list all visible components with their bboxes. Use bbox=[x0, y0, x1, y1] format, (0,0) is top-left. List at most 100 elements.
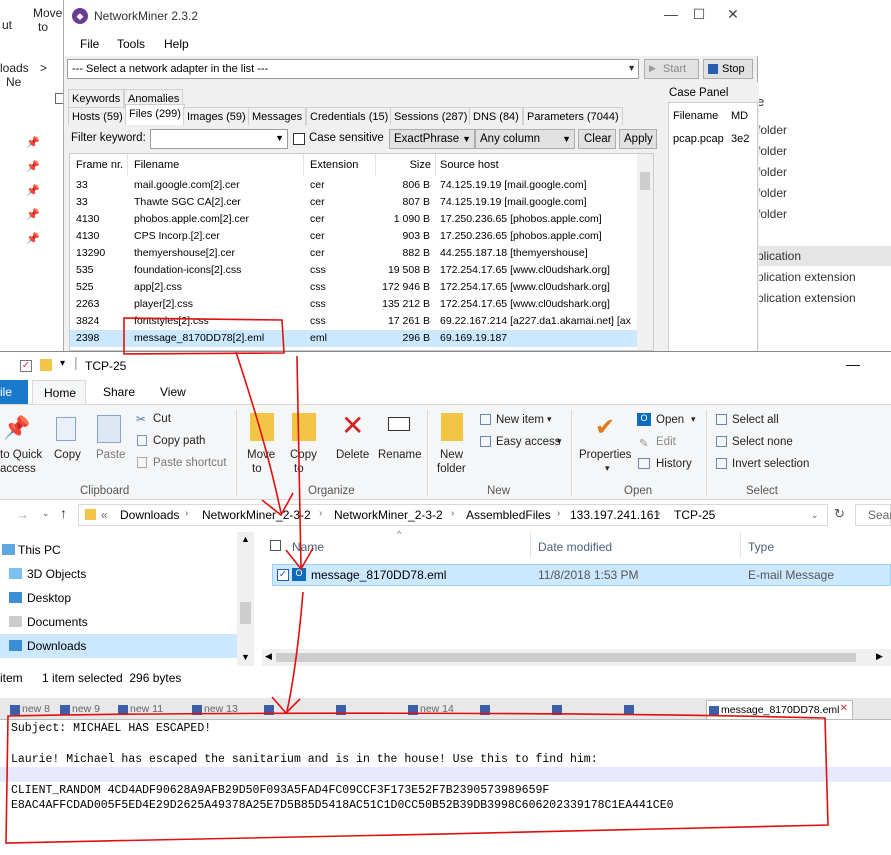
pin-icon[interactable]: 📌 bbox=[26, 136, 40, 149]
tab-keywords[interactable]: Keywords bbox=[68, 89, 125, 107]
menu-file[interactable]: File bbox=[80, 37, 99, 51]
open-button[interactable]: Open bbox=[656, 414, 684, 426]
column-header-extension[interactable]: Extension bbox=[304, 154, 376, 176]
table-row[interactable]: 13290 themyershouse[2].cer cer 882 B 44.255.… bbox=[70, 245, 638, 262]
move-to-label[interactable]: Move bbox=[33, 6, 62, 20]
easy-access-button[interactable]: Easy access bbox=[496, 436, 561, 448]
row-checkbox[interactable]: ✓ bbox=[277, 569, 289, 581]
filter-keyword-input[interactable]: ▼ bbox=[150, 129, 288, 149]
table-row[interactable]: 4130 phobos.apple.com[2].cer cer 1 090 B 17.… bbox=[70, 211, 638, 228]
column-header-frame[interactable]: Frame nr. bbox=[70, 154, 128, 176]
address-bar[interactable]: « Downloads › NetworkMiner_2-3-2 › Netwo… bbox=[78, 504, 828, 526]
editor-tab[interactable]: new 13 bbox=[190, 700, 260, 719]
copy-to-button[interactable]: Copy bbox=[290, 449, 317, 461]
pin-to-quick-access-label[interactable]: to Quick bbox=[0, 449, 42, 461]
case-column-filename[interactable]: Filename bbox=[673, 110, 718, 122]
nav-downloads[interactable]: Downloads bbox=[0, 634, 237, 658]
history-button[interactable]: History bbox=[656, 458, 692, 470]
new-folder-button[interactable]: New bbox=[440, 449, 463, 461]
new-folder-icon[interactable] bbox=[441, 413, 463, 441]
breadcrumb-networkminer[interactable]: NetworkMiner_2-3-2 bbox=[202, 508, 311, 522]
editor-tab[interactable]: new 8 bbox=[8, 700, 56, 719]
column-header-filename[interactable]: Filename bbox=[128, 154, 304, 176]
tab-dns[interactable]: DNS (84) bbox=[469, 107, 523, 125]
table-row[interactable]: 535 foundation-icons[2].css css 19 508 B 172… bbox=[70, 262, 638, 279]
horizontal-scrollbar[interactable]: ◀ ▶ bbox=[262, 649, 891, 666]
delete-icon[interactable]: ✕ bbox=[341, 409, 364, 442]
copy-button[interactable]: Copy bbox=[54, 449, 81, 461]
properties-quick-icon[interactable]: ✓ bbox=[20, 360, 32, 372]
tab-files[interactable]: Files (299) bbox=[125, 104, 185, 125]
close-icon[interactable]: ✕ bbox=[718, 6, 748, 26]
nav-this-pc[interactable]: This PC bbox=[0, 538, 237, 562]
scroll-down-icon[interactable]: ▼ bbox=[241, 652, 250, 662]
copy-icon[interactable] bbox=[56, 417, 76, 441]
scrollbar-thumb[interactable] bbox=[640, 172, 650, 190]
tab-images[interactable]: Images (59) bbox=[183, 107, 250, 125]
scroll-right-icon[interactable]: ▶ bbox=[876, 651, 883, 662]
rename-button[interactable]: Rename bbox=[378, 449, 421, 461]
vertical-scrollbar[interactable]: ▲ ▼ bbox=[237, 532, 254, 666]
back-arrow-icon[interactable]: → bbox=[16, 507, 29, 522]
menu-help[interactable]: Help bbox=[164, 37, 189, 51]
properties-icon[interactable]: ✔ bbox=[595, 413, 615, 442]
up-arrow-icon[interactable]: ↑ bbox=[60, 505, 67, 521]
pin-icon[interactable]: 📌 bbox=[26, 232, 40, 245]
breadcrumb-assembledfiles[interactable]: AssembledFiles bbox=[466, 508, 551, 522]
move-to-button[interactable]: Move bbox=[247, 449, 275, 461]
quick-access-dropdown-icon[interactable]: ▾ bbox=[60, 358, 65, 369]
match-mode-select[interactable]: ExactPhrase ▼ bbox=[389, 129, 475, 149]
scroll-left-icon[interactable]: ◀ bbox=[265, 651, 272, 662]
editor-tab-active[interactable]: message_8170DD78.eml ✕ bbox=[706, 700, 853, 719]
copy-path-button[interactable]: Copy path bbox=[153, 435, 205, 447]
breadcrumb-tcp25[interactable]: TCP-25 bbox=[674, 508, 715, 522]
select-none-button[interactable]: Select none bbox=[732, 436, 793, 448]
editor-tab[interactable] bbox=[550, 700, 620, 719]
file-row[interactable]: ✓ O message_8170DD78.eml 11/8/2018 1:53 … bbox=[272, 564, 891, 586]
tab-sessions[interactable]: Sessions (287) bbox=[390, 107, 472, 125]
nav-desktop[interactable]: Desktop bbox=[0, 586, 237, 610]
scrollbar-thumb[interactable] bbox=[276, 653, 856, 662]
case-sensitive-checkbox[interactable] bbox=[293, 133, 305, 145]
new-item-button[interactable]: New item bbox=[496, 414, 544, 426]
editor-tab[interactable] bbox=[262, 700, 332, 719]
column-header-name[interactable]: Name bbox=[292, 540, 324, 554]
move-to-icon[interactable] bbox=[250, 413, 274, 441]
scroll-up-icon[interactable]: ▲ bbox=[241, 534, 250, 544]
table-row[interactable]: 3824 fontstyles[2].css css 17 261 B 69.22.16… bbox=[70, 313, 638, 330]
breadcrumb-networkminer-inner[interactable]: NetworkMiner_2-3-2 bbox=[334, 508, 443, 522]
copy-to-icon[interactable] bbox=[292, 413, 316, 441]
breadcrumb-ip[interactable]: 133.197.241.161 bbox=[570, 508, 660, 522]
close-icon[interactable]: ✕ bbox=[840, 703, 848, 714]
pin-icon[interactable]: 📌 bbox=[3, 415, 30, 441]
pin-icon[interactable]: 📌 bbox=[26, 160, 40, 173]
tab-home[interactable]: Home bbox=[32, 380, 86, 405]
column-header-date[interactable]: Date modified bbox=[538, 540, 612, 554]
tab-parameters[interactable]: Parameters (7044) bbox=[523, 107, 623, 125]
minimize-icon[interactable]: — bbox=[656, 6, 686, 26]
paste-icon[interactable] bbox=[97, 415, 121, 443]
editor-tab[interactable] bbox=[334, 700, 404, 719]
tab-view[interactable]: View bbox=[160, 385, 186, 399]
table-row[interactable]: 2263 player[2].css css 135 212 B 172.254.17.… bbox=[70, 296, 638, 313]
edit-button[interactable]: Edit bbox=[656, 436, 676, 448]
refresh-icon[interactable]: ↻ bbox=[834, 506, 845, 522]
history-dropdown-icon[interactable]: ⌄ bbox=[42, 508, 50, 519]
scrollbar-thumb[interactable] bbox=[240, 602, 251, 624]
breadcrumb-downloads[interactable]: Downloads bbox=[120, 508, 179, 522]
breadcrumb-overflow[interactable]: « bbox=[101, 508, 108, 522]
editor-tab[interactable]: new 14 bbox=[406, 700, 476, 719]
vertical-scrollbar[interactable] bbox=[637, 154, 653, 350]
maximize-icon[interactable]: ☐ bbox=[684, 6, 714, 26]
editor-tab[interactable] bbox=[478, 700, 548, 719]
tab-hosts[interactable]: Hosts (59) bbox=[68, 107, 127, 125]
cut-button[interactable]: Cut bbox=[153, 413, 171, 425]
pin-icon[interactable]: 📌 bbox=[26, 208, 40, 221]
start-button[interactable]: ▶ Start bbox=[644, 59, 699, 79]
case-column-md5[interactable]: MD bbox=[731, 110, 748, 122]
invert-selection-button[interactable]: Invert selection bbox=[732, 458, 809, 470]
tab-credentials[interactable]: Credentials (15) bbox=[306, 107, 393, 125]
column-select[interactable]: Any column ▼ bbox=[475, 129, 575, 149]
clear-button[interactable]: Clear bbox=[578, 129, 616, 149]
chevron-down-icon[interactable]: ⌄ bbox=[811, 510, 819, 521]
